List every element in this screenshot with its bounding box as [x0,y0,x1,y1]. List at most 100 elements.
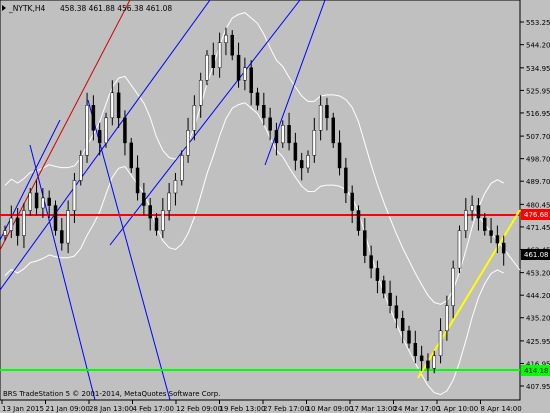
candle-body [281,125,285,144]
time-axis-label: 24 Mar 17:00 [394,405,441,413]
price-axis-label: 516.95 [526,110,550,118]
candle-body [72,180,77,211]
price-axis-label: 489.70 [526,178,550,186]
price-axis-label: 425.95 [526,338,550,346]
candle-body [464,210,468,231]
candle-body [407,330,411,344]
candle-body [104,117,108,144]
price-axis-label: 553.25 [526,19,550,27]
candle-body [192,105,197,131]
chart-canvas[interactable]: 553.25 544.20 534.95 525.95 516.95 507.70 498.… [0,0,550,413]
candle-body [129,142,133,169]
time-axis-label: 27 Feb 17:00 [263,405,309,413]
candle-body [41,197,45,209]
price-axis: 553.25 544.20 534.95 525.95 516.95 507.70 498.… [520,19,550,391]
candle-body [211,54,216,68]
candle-body [337,142,342,169]
candle-body [180,155,184,181]
candle-body [274,130,279,144]
price-axis-label: 453.20 [526,270,550,278]
candle-body [483,217,487,231]
time-axis-label: 8 Apr 14:00 [481,405,522,413]
candle-body [344,167,348,194]
candle-body [230,34,234,56]
time-axis: 13 Jan 2015 21 Jan 09:00 28 Jan 13:00 4 Feb… [1,400,522,413]
candle-body [470,205,474,211]
candle-body [3,230,7,236]
candle-body [501,242,506,254]
candle-body [249,67,253,94]
price-axis-label: 544.20 [526,42,550,50]
candle-body [224,34,228,43]
candle-body [154,217,159,231]
price-axis-label: 444.20 [526,292,550,300]
candle-body [167,192,171,211]
header-symbol: _NYTK,H4 [8,4,45,13]
candle-body [331,117,335,144]
candle-body [47,197,51,206]
candle-body [186,130,190,156]
candle-body [148,205,152,219]
candle-body [293,142,298,161]
candle-body [312,130,317,156]
candle-body [375,267,380,281]
candle-body [287,125,291,144]
candle-body [255,92,260,106]
candle-body [91,105,96,131]
candle-body [142,192,146,206]
time-axis-label: 19 Feb 13:00 [220,405,266,413]
time-axis-label: 10 Mar 09:00 [307,405,354,413]
candle-body [15,217,20,236]
candle-body [116,92,121,119]
price-axis-label: 435.20 [526,315,550,323]
price-axis-label: 534.95 [526,65,550,73]
candle-body [205,54,209,81]
candle-body [243,67,247,81]
candle-body [123,117,127,144]
time-axis-label: 4 Feb 17:00 [133,405,174,413]
candle-body [306,155,310,169]
candle-body [79,155,83,181]
candle-body [198,79,203,106]
red-level-label: 476.68 [524,211,549,219]
header-ohlc: 458.38 461.88 456.38 461.08 [60,4,172,13]
candle-body [413,343,418,357]
candle-body [476,205,481,219]
candle-body [34,192,39,209]
candle-body [426,360,430,369]
candle-body [356,210,361,231]
candle-body [97,130,102,144]
candle-body [85,105,89,156]
candle-body [432,355,436,369]
time-axis-label: 21 Jan 09:00 [46,405,90,413]
candle-body [445,305,449,332]
price-axis-label: 498.70 [526,156,550,164]
candle-body [262,105,266,119]
candle-body [53,205,58,231]
candle-body [419,355,424,362]
candle-body [495,235,500,244]
candle-body [161,210,165,231]
time-axis-label: 17 Mar 13:00 [350,405,397,413]
candle-body [363,230,367,256]
candle-body [369,255,373,269]
price-axis-label: 507.70 [526,133,550,141]
time-axis-label: 12 Feb 09:00 [176,405,222,413]
chart-header: _NYTK,H4 458.38 461.88 456.38 461.08 [2,4,172,13]
candle-body [173,180,178,194]
candle-body [382,280,386,294]
candle-body [325,105,329,119]
time-axis-label: 1 Apr 10:00 [437,405,478,413]
candle-body [9,217,14,231]
candle-body [236,54,241,81]
candle-body [110,92,115,119]
candle-body [217,42,222,68]
current-price-label: 461.08 [524,251,549,259]
candle-body [66,210,70,244]
copyright-text: BRS TradeStation 5 © 2001-2014, MetaQuot… [3,390,220,398]
price-axis-label: 407.95 [526,383,550,391]
candle-body [451,267,455,306]
green-level-label: 414.18 [524,367,549,375]
time-axis-label: 28 Jan 13:00 [89,405,133,413]
price-axis-label: 525.95 [526,87,550,95]
